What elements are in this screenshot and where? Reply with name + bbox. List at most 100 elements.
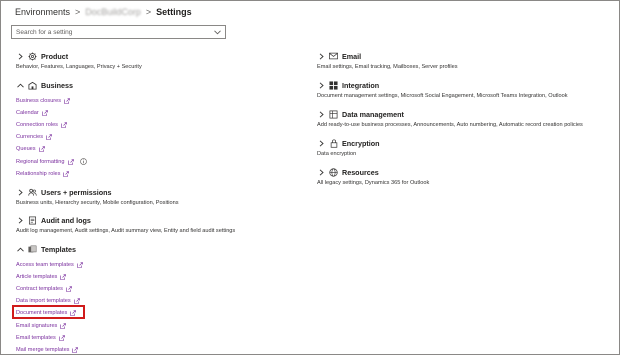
link-email-signatures[interactable]: Email signatures (16, 323, 57, 329)
external-link-icon (58, 334, 65, 341)
group-description: Document management settings, Microsoft … (317, 93, 568, 99)
mail-icon (329, 52, 338, 61)
settings-link[interactable]: Mail merge templates (16, 345, 79, 354)
group-business: Business (16, 80, 306, 90)
building-icon (28, 81, 37, 90)
group-header-templates[interactable]: Templates (16, 244, 306, 254)
external-link-icon (64, 97, 70, 104)
group-header-encryption[interactable]: Encryption (317, 138, 617, 148)
settings-link[interactable]: Relationship roles (16, 169, 70, 178)
link-mail-merge-templates[interactable]: Mail merge templates (16, 347, 69, 353)
link-data-import-templates[interactable]: Data import templates (16, 298, 71, 304)
external-link-icon (61, 121, 67, 128)
group-title: Business (41, 80, 73, 90)
chevron-up-icon (16, 81, 24, 89)
group-description: All legacy settings, Dynamics 365 for Ou… (317, 180, 430, 186)
search-input[interactable] (16, 28, 213, 36)
audit-icon (28, 216, 37, 225)
external-link-icon (67, 158, 74, 165)
settings-link[interactable]: Currencies (16, 132, 52, 141)
settings-link[interactable]: Queues (16, 144, 45, 153)
group-description: Business units, Hierarchy security, Mobi… (16, 200, 179, 206)
group-encryption: Encryption Data encryption (317, 138, 617, 158)
external-link-icon (60, 322, 67, 329)
gear-icon (28, 51, 37, 61)
group-title: Encryption (342, 138, 380, 148)
breadcrumb-separator: > (145, 7, 152, 17)
chevron-right-icon (317, 81, 325, 89)
link-connection-roles[interactable]: Connection roles (16, 122, 58, 128)
breadcrumb-separator: > (75, 7, 81, 17)
settings-page: Environments > DocBuildCorp > Settings P… (0, 0, 620, 355)
group-integration: Integration Document management settings… (317, 80, 617, 100)
chevron-right-icon (16, 188, 24, 196)
group-header-resources[interactable]: Resources (317, 167, 617, 177)
external-link-icon (66, 285, 72, 292)
group-title: Audit and logs (41, 215, 91, 225)
group-title: Templates (41, 244, 77, 254)
link-contract-templates[interactable]: Contract templates (16, 286, 63, 292)
group-title: Product (41, 51, 69, 61)
group-header-users-permissions[interactable]: Users + permissions (16, 187, 306, 197)
settings-link[interactable]: Data import templates (16, 296, 80, 305)
link-regional-formatting[interactable]: Regional formatting (16, 159, 65, 165)
group-product: Product Behavior, Features, Languages, P… (16, 51, 306, 71)
settings-link[interactable]: Email templates (16, 333, 65, 342)
chevron-up-icon (16, 245, 24, 253)
group-description: Email settings, Email tracking, Mailboxe… (317, 64, 458, 70)
group-header-data-management[interactable]: Data management (317, 109, 617, 119)
link-access-team-templates[interactable]: Access team templates (16, 262, 74, 268)
chevron-right-icon (317, 139, 325, 147)
data-management-icon (329, 110, 338, 119)
breadcrumb: Environments > DocBuildCorp > Settings (15, 5, 192, 19)
settings-link[interactable]: Calendar (16, 108, 48, 117)
group-title: Integration (342, 80, 380, 90)
breadcrumb-environment-name[interactable]: DocBuildCorp (85, 7, 141, 17)
group-title: Data management (342, 109, 404, 119)
settings-link[interactable]: Email signatures (16, 321, 67, 330)
link-business-closures[interactable]: Business closures (16, 98, 61, 104)
group-description: Data encryption (317, 151, 357, 157)
external-link-icon (38, 145, 45, 152)
link-article-templates[interactable]: Article templates (16, 274, 57, 280)
settings-link[interactable]: Regional formatting (16, 157, 87, 166)
chevron-right-icon (317, 168, 325, 176)
group-header-email[interactable]: Email (317, 51, 617, 61)
settings-link[interactable]: Business closures (16, 96, 70, 105)
group-header-business[interactable]: Business (16, 80, 306, 90)
globe-icon (329, 167, 338, 177)
templates-icon (28, 245, 37, 254)
group-title: Email (342, 51, 362, 61)
group-header-integration[interactable]: Integration (317, 80, 617, 90)
chevron-down-icon[interactable] (213, 28, 221, 36)
group-title: Resources (342, 167, 379, 177)
external-link-icon (41, 109, 48, 116)
search-box (11, 25, 226, 39)
group-header-audit-logs[interactable]: Audit and logs (16, 215, 306, 225)
settings-link[interactable]: Article templates (16, 272, 67, 281)
group-title: Users + permissions (41, 187, 112, 197)
settings-link[interactable]: Contract templates (16, 284, 72, 293)
link-queues[interactable]: Queues (16, 146, 36, 152)
group-email: Email Email settings, Email tracking, Ma… (317, 51, 617, 71)
settings-link[interactable]: Access team templates (16, 260, 83, 269)
group-description: Add ready-to-use business processes, Ann… (317, 122, 583, 128)
external-link-icon (60, 273, 67, 280)
group-header-product[interactable]: Product (16, 51, 306, 61)
breadcrumb-environments[interactable]: Environments (15, 7, 70, 17)
lock-icon (329, 138, 338, 148)
info-icon[interactable] (79, 158, 87, 165)
external-link-icon (77, 261, 83, 268)
settings-link[interactable]: Connection roles (16, 120, 67, 129)
link-currencies[interactable]: Currencies (16, 134, 43, 140)
external-link-icon (72, 346, 79, 353)
windows-icon (329, 80, 338, 90)
breadcrumb-current: Settings (156, 7, 192, 17)
group-description: Audit log management, Audit settings, Au… (16, 228, 236, 234)
group-description: Behavior, Features, Languages, Privacy +… (16, 64, 142, 70)
link-calendar[interactable]: Calendar (16, 110, 39, 116)
link-email-templates[interactable]: Email templates (16, 335, 56, 341)
link-relationship-roles[interactable]: Relationship roles (16, 171, 60, 177)
external-link-icon (63, 170, 70, 177)
group-templates: Templates (16, 244, 306, 254)
